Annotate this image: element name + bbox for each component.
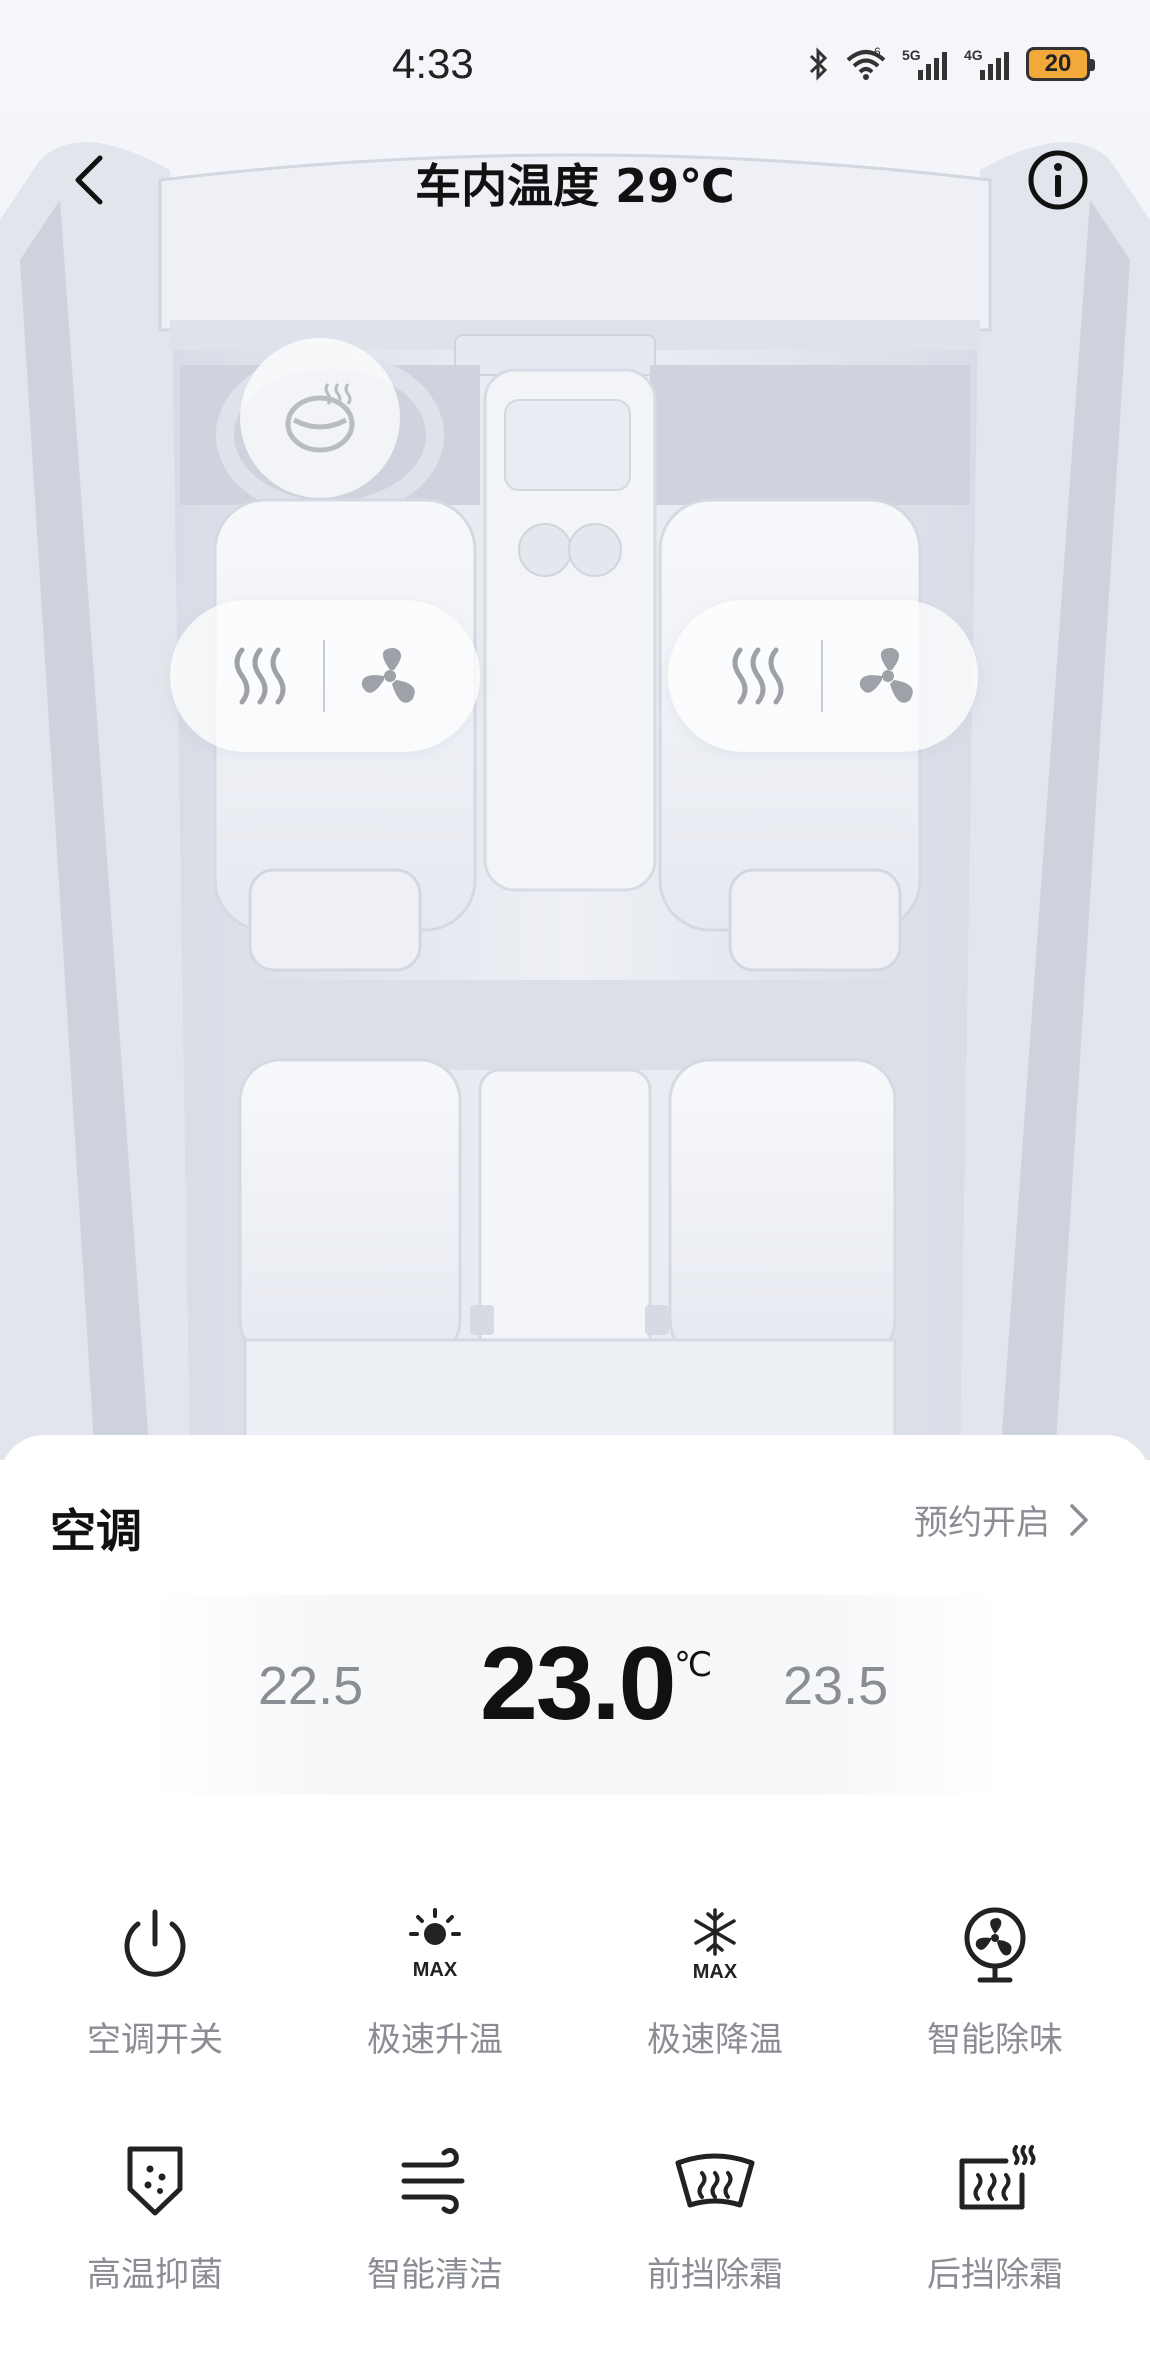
max-heat-sun-icon: MAX bbox=[409, 1908, 461, 1981]
signal-4g-icon: 4G bbox=[964, 47, 1009, 80]
svg-text:MAX: MAX bbox=[413, 1959, 458, 1981]
steering-wheel-heat-button[interactable] bbox=[240, 338, 400, 498]
info-button[interactable] bbox=[1026, 148, 1090, 212]
rear-defrost-label: 后挡除霜 bbox=[927, 2255, 1063, 2295]
schedule-link[interactable]: 预约开启 bbox=[914, 1495, 1090, 1544]
right-seat-vent-button[interactable] bbox=[848, 636, 928, 716]
front-defrost-button[interactable]: 前挡除霜 bbox=[585, 2135, 845, 2296]
wifi-label: 6 bbox=[874, 46, 881, 59]
wifi-icon: 6 bbox=[846, 46, 886, 80]
wind-clean-icon bbox=[401, 2147, 465, 2215]
power-icon bbox=[124, 1909, 186, 1977]
max-cool-button[interactable]: MAX 极速降温 bbox=[585, 1900, 845, 2061]
smart-clean-label: 智能清洁 bbox=[367, 2255, 503, 2295]
signal-5g-icon: 5G bbox=[902, 47, 947, 80]
section-title: 空调 bbox=[50, 1504, 142, 1558]
smart-deodorize-label: 智能除味 bbox=[927, 2020, 1063, 2060]
schedule-label: 预约开启 bbox=[914, 1503, 1050, 1543]
chevron-right-icon bbox=[1070, 1503, 1088, 1536]
fan-purifier-icon bbox=[964, 1907, 1026, 1983]
front-defrost-label: 前挡除霜 bbox=[647, 2255, 783, 2295]
max-heat-label: 极速升温 bbox=[367, 2020, 503, 2060]
ac-power-label: 空调开关 bbox=[87, 2020, 223, 2060]
signal-5g-label: 5G bbox=[902, 47, 921, 63]
max-heat-button[interactable]: MAX 极速升温 bbox=[305, 1900, 565, 2061]
status-bar: 4:33 6 5G 4G 20 bbox=[0, 0, 1150, 120]
rear-defrost-icon bbox=[959, 2145, 1036, 2210]
bluetooth-icon bbox=[809, 47, 828, 81]
pill-divider bbox=[323, 640, 325, 712]
ac-power-button[interactable]: 空调开关 bbox=[25, 1900, 285, 2061]
right-seat-heat-button[interactable] bbox=[718, 636, 798, 716]
front-defrost-icon bbox=[675, 2153, 755, 2208]
svg-text:MAX: MAX bbox=[693, 1961, 738, 1983]
temp-current-value: 23.0 bbox=[480, 1626, 676, 1742]
status-icons: 6 5G 4G 20 bbox=[808, 42, 1095, 86]
left-seat-heat-button[interactable] bbox=[220, 636, 300, 716]
signal-4g-label: 4G bbox=[964, 47, 983, 63]
page-title: 车内温度 29℃ bbox=[415, 159, 735, 213]
temp-next-option[interactable]: 23.5 bbox=[783, 1655, 888, 1717]
ac-panel: 空调 预约开启 22.5 23.0 ℃ 23.5 空调开关 MAX 极速升温 M… bbox=[0, 1435, 1150, 2375]
high-temp-sterilize-button[interactable]: 高温抑菌 bbox=[25, 2135, 285, 2296]
smart-clean-button[interactable]: 智能清洁 bbox=[305, 2135, 565, 2296]
nav-bar: 车内温度 29℃ bbox=[0, 130, 1150, 230]
left-seat-controls bbox=[170, 600, 480, 752]
high-temp-sterilize-label: 高温抑菌 bbox=[87, 2255, 223, 2295]
temp-unit: ℃ bbox=[674, 1645, 713, 1685]
max-cool-label: 极速降温 bbox=[647, 2020, 783, 2060]
status-time: 4:33 bbox=[392, 40, 474, 87]
battery-indicator: 20 bbox=[1026, 47, 1095, 81]
pill-divider bbox=[821, 640, 823, 712]
left-seat-vent-button[interactable] bbox=[350, 636, 430, 716]
max-cool-snowflake-icon: MAX bbox=[693, 1908, 738, 1983]
temp-prev-option[interactable]: 22.5 bbox=[258, 1655, 363, 1717]
car-view: 4:33 6 5G 4G 20 车内温度 29℃ bbox=[0, 0, 1150, 1460]
shield-sterilize-icon bbox=[127, 2146, 183, 2216]
right-seat-controls bbox=[668, 600, 978, 752]
steering-wheel-heat-icon bbox=[285, 383, 355, 453]
rear-defrost-button[interactable]: 后挡除霜 bbox=[865, 2135, 1125, 2296]
smart-deodorize-button[interactable]: 智能除味 bbox=[865, 1900, 1125, 2061]
